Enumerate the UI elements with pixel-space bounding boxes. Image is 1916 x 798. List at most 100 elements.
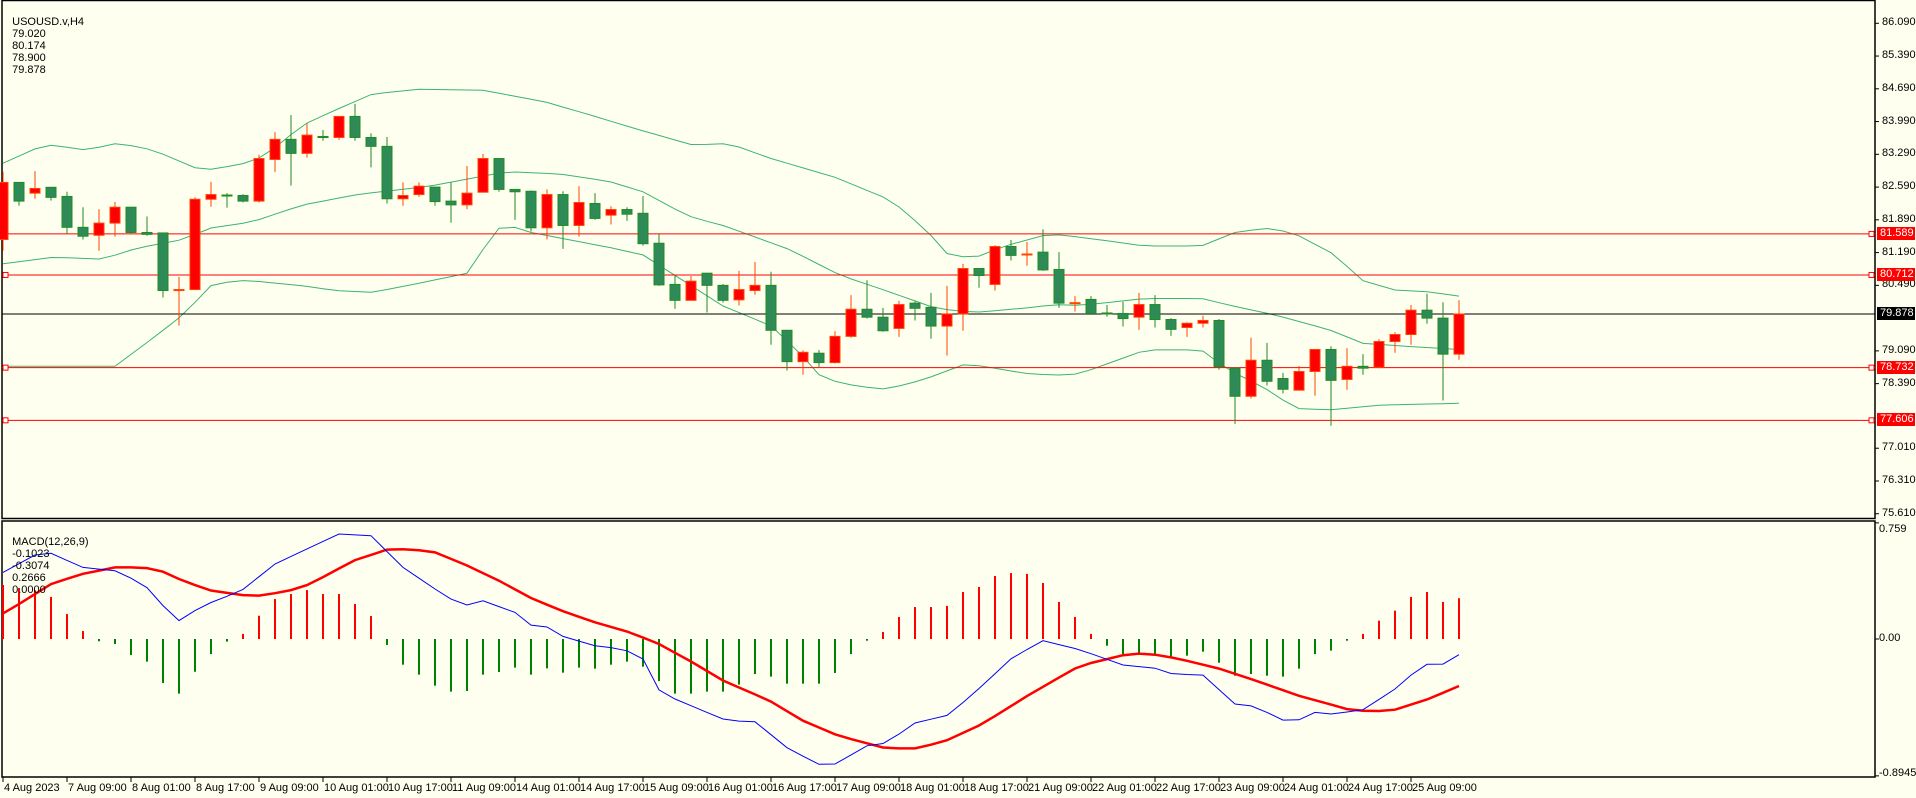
candle-body [1133,304,1145,318]
level-anchor-left[interactable] [2,364,9,371]
time-axis-label: 11 Aug 09:00 [452,782,517,794]
time-axis-label: 10 Aug 01:00 [324,782,389,794]
candle-body [61,195,73,228]
candle-bearish[interactable] [525,190,537,232]
candle-body [733,289,745,301]
candle-body [221,194,233,197]
candle-bearish[interactable] [717,283,729,303]
candle-body [717,284,729,301]
candle-body [253,158,265,202]
candle-body [653,242,665,286]
price-axis-label: 83.990 [1882,114,1916,127]
candle-body [317,136,329,139]
time-axis-label: 14 Aug 01:00 [516,782,581,794]
macd-axis-label: 0.00 [1879,632,1901,644]
candle-body [285,138,297,154]
candle-bullish[interactable] [477,153,489,193]
level-anchor-right[interactable] [1868,230,1875,237]
macd-signal-value: -0.3074 [12,560,50,572]
candle-body [941,313,953,327]
level-anchor-right[interactable] [1868,364,1875,371]
candle-body [1069,302,1081,305]
candle-bearish[interactable] [1213,319,1225,370]
price-axis-label: 76.310 [1882,473,1916,486]
chart-canvas[interactable] [0,0,1916,798]
candle-body [1309,348,1321,372]
price-axis-label: 84.690 [1882,81,1916,94]
candle-body [173,289,185,292]
candle-body [109,206,121,224]
candle-body [397,195,409,200]
main-chart-frame [1,0,1876,520]
macd-pane-frame [1,520,1876,778]
candle-bearish[interactable] [61,191,73,234]
candle-bullish[interactable] [189,197,201,291]
candle-body [301,134,313,154]
time-axis-label: 24 Aug 17:00 [1348,782,1413,794]
level-anchor-left[interactable] [2,417,9,424]
candle-body [1357,365,1369,369]
ohlc-close: 79.878 [12,64,46,76]
candle-body [1261,359,1273,382]
candle-body [1021,253,1033,256]
ohlc-high: 80.174 [12,40,46,52]
price-axis-label: 86.090 [1882,16,1916,29]
candle-body [365,136,377,147]
candle-body [1325,348,1337,381]
candle-body [589,202,601,219]
candle-body [701,272,713,286]
candle-body [1181,322,1193,328]
candle-bearish[interactable] [493,158,505,192]
price-axis-label: 83.290 [1882,147,1916,160]
candle-bullish[interactable] [333,115,345,140]
candle-body [925,306,937,327]
price-axis-label: 81.190 [1882,245,1916,258]
candle-body [29,187,41,194]
candle-body [413,185,425,196]
ohlc-low: 78.900 [12,52,46,64]
candle-body [1245,359,1257,397]
candle-bearish[interactable] [1085,296,1097,315]
candle-body [605,209,617,216]
candle-body [1037,251,1049,271]
price-axis-label: 77.010 [1882,441,1916,454]
candle-body [1373,341,1385,368]
bid-price-tag: 79.878 [1877,307,1915,320]
candle-body [669,283,681,301]
chart-header: USOUSD.v,H4 79.020 80.174 78.900 79.878 [6,4,88,76]
time-axis-label: 21 Aug 09:00 [1028,782,1093,794]
candle-body [1277,377,1289,390]
candle-bullish[interactable] [1373,339,1385,369]
level-anchor-left[interactable] [2,271,9,278]
candle-body [1389,333,1401,343]
candle-body [973,268,985,277]
candle-body [205,194,217,200]
candle-body [1421,309,1433,319]
candle-bearish[interactable] [157,232,169,298]
candle-body [461,192,473,206]
price-axis-label: 78.390 [1882,376,1916,389]
candle-body [333,115,345,138]
price-axis-label: 82.590 [1882,180,1916,193]
candle-bearish[interactable] [125,206,137,234]
candle-bullish[interactable] [0,171,9,251]
candle-body [477,158,489,193]
time-axis-label: 17 Aug 09:00 [836,782,901,794]
candle-bullish[interactable] [253,154,265,203]
candle-bearish[interactable] [237,194,249,203]
level-price-tag: 77.606 [1877,413,1915,427]
candle-bearish[interactable] [381,137,393,204]
time-axis-label: 25 Aug 09:00 [1412,782,1477,794]
candle-body [429,186,441,203]
level-anchor-right[interactable] [1868,417,1875,424]
candle-body [845,308,857,337]
candle-body [157,232,169,292]
level-anchor-right[interactable] [1868,271,1875,278]
price-axis-label: 85.390 [1882,49,1916,62]
candle-bullish[interactable] [829,331,841,364]
candle-body [877,316,889,332]
candle-body [1053,268,1065,304]
candle-bullish[interactable] [989,245,1001,291]
candle-body [829,335,841,364]
time-axis-label: 23 Aug 09:00 [1220,782,1285,794]
